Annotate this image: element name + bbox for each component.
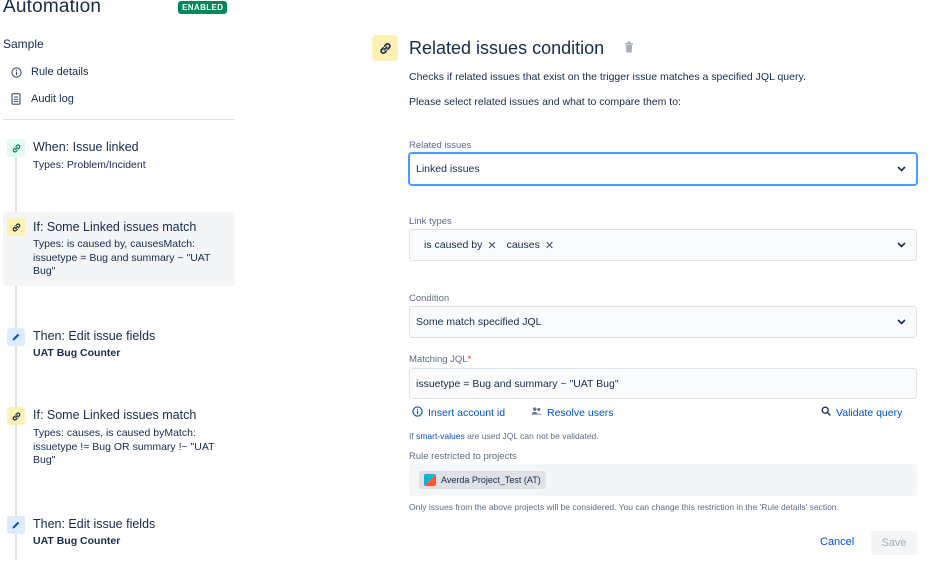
link-types-label: Link types (409, 216, 452, 227)
link-type-tag: is caused by ✕ (424, 239, 497, 252)
status-badge: ENABLED (178, 1, 228, 14)
step-description: Types: is caused by, causesMatch: issuet… (33, 238, 211, 277)
rule-name: Sample (3, 37, 44, 51)
info-icon (10, 66, 22, 78)
related-issues-select[interactable]: Linked issues (409, 153, 917, 185)
step-title: Then: Edit issue fields (33, 329, 156, 343)
step-title: If: Some Linked issues match (33, 220, 197, 234)
related-issues-value: Linked issues (416, 163, 480, 175)
project-avatar (424, 474, 436, 486)
sidebar-item-label: Rule details (31, 66, 89, 78)
save-button[interactable]: Save (871, 531, 917, 555)
step-title: When: Issue linked (33, 140, 139, 154)
insert-account-id-label: Insert account id (428, 407, 506, 419)
page-title: Related issues condition (409, 38, 605, 58)
sidebar-divider (3, 119, 235, 120)
matching-jql-label-text: Matching JQL (409, 354, 468, 365)
link-types-select[interactable]: is caused by ✕ causes ✕ (409, 229, 917, 261)
search-icon (821, 406, 831, 419)
related-issues-label: Related issues (409, 140, 472, 151)
link-icon (372, 35, 398, 61)
project-name: Averda Project_Test (AT) (441, 475, 541, 485)
step-title: If: Some Linked issues match (33, 408, 197, 422)
trash-icon[interactable] (624, 41, 634, 56)
restricted-projects-box: Averda Project_Test (AT) (409, 464, 917, 496)
chevron-down-icon (897, 240, 906, 250)
tag-label: causes (506, 239, 540, 251)
restricted-projects-label: Rule restricted to projects (409, 451, 517, 462)
info-icon (412, 406, 423, 420)
users-icon (531, 406, 542, 419)
remove-tag-icon[interactable]: ✕ (545, 239, 554, 252)
step-title: Then: Edit issue fields (33, 517, 156, 531)
step-description: Types: Problem/Incident (33, 159, 146, 171)
resolve-users-label: Resolve users (547, 406, 614, 419)
restriction-note: Only issues from the above projects will… (409, 502, 839, 512)
step-description: Types: causes, is caused byMatch: issuet… (33, 427, 215, 466)
condition-label: Condition (409, 293, 450, 304)
matching-jql-label: Matching JQL* (409, 354, 471, 365)
link-icon (7, 218, 25, 236)
condition-value: Some match specified JQL (416, 316, 542, 328)
validate-query-label: Validate query (836, 406, 903, 419)
remove-tag-icon[interactable]: ✕ (487, 239, 496, 252)
resolve-users-button[interactable]: Resolve users (531, 406, 614, 419)
insert-account-id-button[interactable]: Insert account id (412, 406, 505, 420)
project-chip: Averda Project_Test (AT) (419, 471, 546, 489)
pencil-icon (7, 328, 25, 346)
smart-values-hint: If smart-values are used JQL can not be … (409, 431, 599, 441)
chevron-down-icon (897, 317, 906, 327)
matching-jql-value: issuetype = Bug and summary ~ "UAT Bug" (416, 377, 619, 390)
step-action-edit-issue-1[interactable]: Then: Edit issue fields UAT Bug Counter (3, 328, 235, 362)
matching-jql-input[interactable]: issuetype = Bug and summary ~ "UAT Bug" (409, 368, 917, 399)
step-trigger-issue-linked[interactable]: When: Issue linked Types: Problem/Incide… (3, 139, 235, 179)
app-title: Automation (3, 0, 102, 17)
condition-select[interactable]: Some match specified JQL (409, 306, 917, 338)
hint-suffix: are used JQL can not be validated. (464, 431, 599, 441)
description-text: Please select related issues and what to… (409, 96, 681, 108)
chevron-down-icon (897, 164, 906, 174)
description-text: Checks if related issues that exist on t… (409, 71, 806, 83)
step-field-name: UAT Bug Counter (33, 347, 121, 359)
required-mark: * (467, 354, 472, 365)
smart-values-link[interactable]: smart-values (416, 431, 465, 441)
sidebar-item-label: Audit log (31, 93, 74, 105)
step-field-name: UAT Bug Counter (33, 535, 121, 547)
sidebar-item-audit-log[interactable]: Audit log (10, 93, 74, 105)
step-action-edit-issue-2[interactable]: Then: Edit issue fields UAT Bug Counter (3, 516, 235, 550)
cancel-button[interactable]: Cancel (820, 536, 854, 548)
link-icon (7, 139, 25, 157)
step-condition-linked-issues-2[interactable]: If: Some Linked issues match Types: caus… (3, 407, 235, 473)
document-icon (10, 93, 22, 105)
tag-label: is caused by (424, 239, 483, 251)
validate-query-button[interactable]: Validate query (821, 406, 902, 419)
pencil-icon (7, 516, 25, 534)
link-type-tag: causes ✕ (507, 239, 555, 252)
step-condition-linked-issues-1[interactable]: If: Some Linked issues match Types: is c… (3, 212, 235, 286)
link-icon (7, 407, 25, 425)
sidebar-item-rule-details[interactable]: Rule details (10, 66, 88, 78)
